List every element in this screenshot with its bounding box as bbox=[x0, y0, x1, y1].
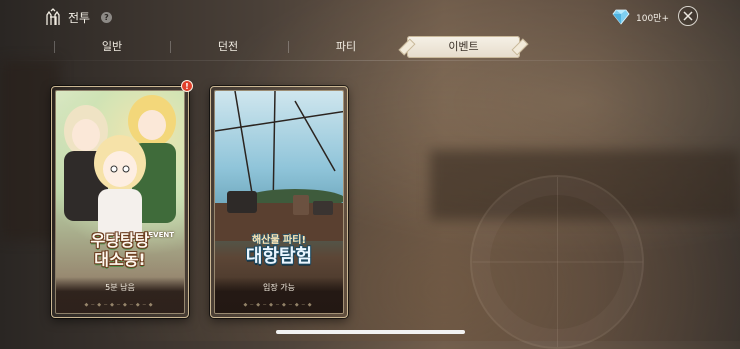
event-title-line2: 대소동! bbox=[94, 250, 146, 269]
event-title-line1: 우당탕탕 bbox=[90, 231, 150, 250]
tab-event[interactable]: 이벤트 bbox=[407, 36, 520, 58]
event-card-exploration[interactable]: 해산물 파티! 대항탐험 입장 가능 ◆─◆─◆─◆─◆─◆ bbox=[210, 86, 348, 318]
currency-amount[interactable]: 100만+ bbox=[636, 11, 669, 24]
page-title: 전투 bbox=[68, 11, 91, 25]
home-indicator[interactable] bbox=[276, 330, 465, 334]
event-card-art: 해산물 파티! 대항탐험 입장 가능 ◆─◆─◆─◆─◆─◆ bbox=[214, 90, 344, 314]
event-title-line1: 해산물 파티! bbox=[251, 235, 307, 246]
tab-party[interactable]: 파티 bbox=[294, 36, 398, 58]
background-compass bbox=[470, 175, 644, 349]
close-icon bbox=[683, 11, 693, 21]
top-bar: 전투 ? 100만+ bbox=[0, 0, 740, 34]
event-title-line2: 대항탐험 bbox=[245, 246, 313, 267]
event-card-title: 해산물 파티! 대항탐험 bbox=[215, 231, 343, 268]
tab-normal[interactable]: 일반 bbox=[60, 36, 164, 58]
tabs-divider bbox=[0, 60, 740, 61]
tab-separator bbox=[54, 41, 55, 53]
category-tabs: 일반 던전 파티 이벤트 bbox=[0, 36, 740, 58]
notification-badge: ! bbox=[181, 80, 193, 92]
diamond-gem-icon bbox=[612, 9, 630, 25]
card-ornament: ◆─◆─◆─◆─◆─◆ bbox=[84, 302, 156, 308]
tab-separator bbox=[288, 41, 289, 53]
castle-gate-icon bbox=[46, 8, 60, 25]
event-card-art: EVENT 우당탕탕 대소동! 5분 남음 ◆─◆─◆─◆─◆─◆ bbox=[55, 90, 185, 314]
tab-event-label: 이벤트 bbox=[448, 40, 479, 53]
help-icon[interactable]: ? bbox=[101, 12, 112, 23]
tab-dungeon[interactable]: 던전 bbox=[176, 36, 280, 58]
characters-artwork bbox=[64, 95, 176, 241]
ship-deck-artwork bbox=[215, 91, 343, 241]
card-ornament: ◆─◆─◆─◆─◆─◆ bbox=[243, 302, 315, 308]
event-status: 5분 남음 bbox=[105, 283, 135, 292]
event-card-title: 우당탕탕 대소동! bbox=[56, 231, 184, 269]
event-card-chaos[interactable]: EVENT 우당탕탕 대소동! 5분 남음 ◆─◆─◆─◆─◆─◆ bbox=[51, 86, 189, 318]
close-button[interactable] bbox=[678, 6, 698, 26]
tab-separator bbox=[170, 41, 171, 53]
event-status: 입장 가능 bbox=[263, 283, 295, 292]
